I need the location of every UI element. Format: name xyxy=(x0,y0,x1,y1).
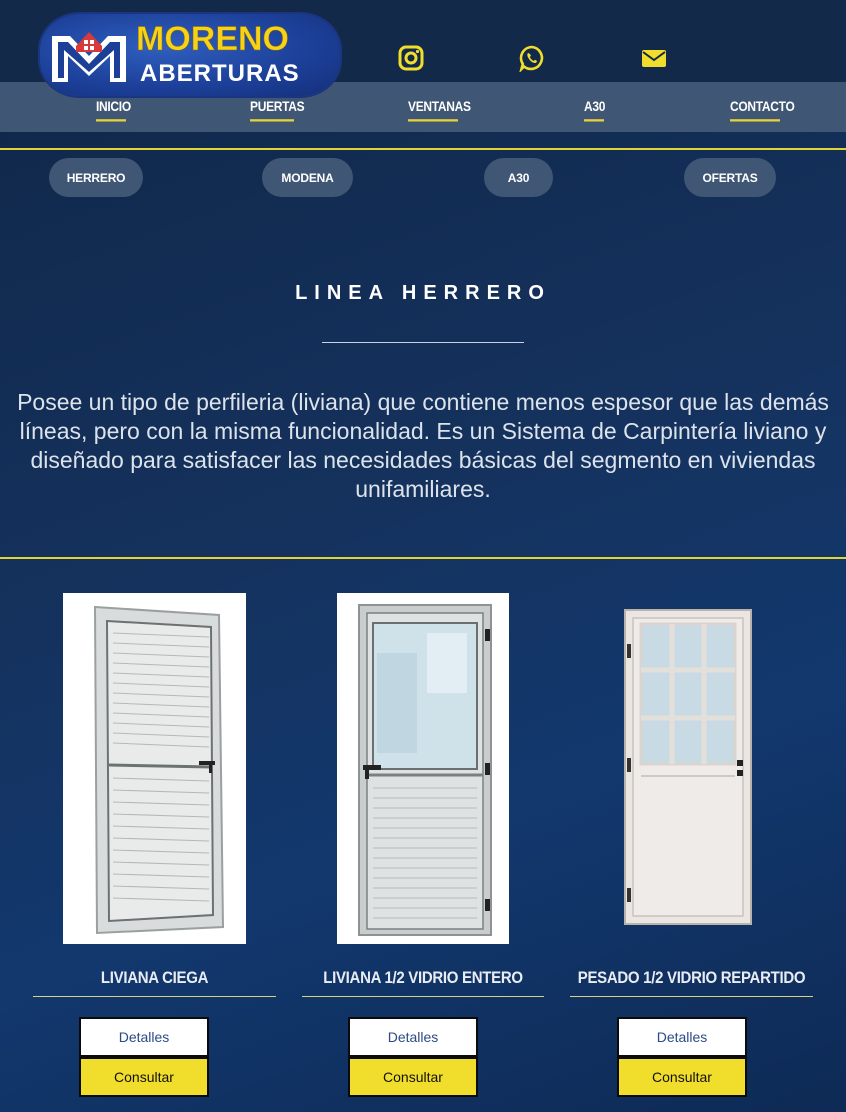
title-underline xyxy=(322,342,524,343)
product-title-liviana-vidrio-entero[interactable]: LIVIANA 1/2 VIDRIO ENTERO xyxy=(302,969,544,1000)
brand-name-top: MORENO xyxy=(136,20,290,59)
yellow-divider-top xyxy=(0,148,846,150)
door-grid-glass-icon xyxy=(624,609,752,925)
instagram-icon[interactable] xyxy=(397,44,425,72)
subnav-pill-a30[interactable]: A30 xyxy=(484,158,553,197)
whatsapp-icon[interactable] xyxy=(518,44,546,72)
product-title-rule xyxy=(570,996,813,997)
yellow-divider-bottom xyxy=(0,557,846,559)
product-title-pesado-vidrio-repartido[interactable]: PESADO 1/2 VIDRIO REPARTIDO xyxy=(570,969,813,1000)
nav-item-inicio[interactable]: INICIO xyxy=(96,99,131,122)
logo-house-m-icon xyxy=(52,32,126,82)
details-button[interactable]: Detalles xyxy=(348,1017,478,1057)
door-glass-icon xyxy=(358,604,492,936)
consult-button[interactable]: Consultar xyxy=(617,1057,747,1097)
section-description: Posee un tipo de perfileria (liviana) qu… xyxy=(17,389,829,502)
nav-item-contacto[interactable]: CONTACTO xyxy=(730,99,795,122)
nav-item-puertas[interactable]: PUERTAS xyxy=(250,99,305,122)
product-image-pesado-vidrio-repartido[interactable] xyxy=(623,608,753,926)
door-blind-icon xyxy=(93,605,225,935)
subnav-pill-modena[interactable]: MODENA xyxy=(262,158,353,197)
email-icon[interactable] xyxy=(640,44,668,72)
subnav-pill-ofertas[interactable]: OFERTAS xyxy=(684,158,776,197)
product-image-liviana-ciega[interactable] xyxy=(63,593,246,944)
details-button[interactable]: Detalles xyxy=(617,1017,747,1057)
consult-button[interactable]: Consultar xyxy=(79,1057,209,1097)
nav-item-ventanas[interactable]: VENTANAS xyxy=(408,99,471,122)
product-image-liviana-vidrio-entero[interactable] xyxy=(337,593,509,944)
product-title-rule xyxy=(33,996,276,997)
section-title: LINEA HERRERO xyxy=(295,282,551,304)
product-title-liviana-ciega[interactable]: LIVIANA CIEGA xyxy=(33,969,276,1000)
consult-button[interactable]: Consultar xyxy=(348,1057,478,1097)
subnav-pill-herrero[interactable]: HERRERO xyxy=(49,158,143,197)
details-button[interactable]: Detalles xyxy=(79,1017,209,1057)
product-title-rule xyxy=(302,996,544,997)
brand-logo[interactable]: MORENO ABERTURAS xyxy=(40,14,340,96)
nav-item-a30[interactable]: A30 xyxy=(584,99,605,122)
brand-name-bottom: ABERTURAS xyxy=(140,60,300,87)
